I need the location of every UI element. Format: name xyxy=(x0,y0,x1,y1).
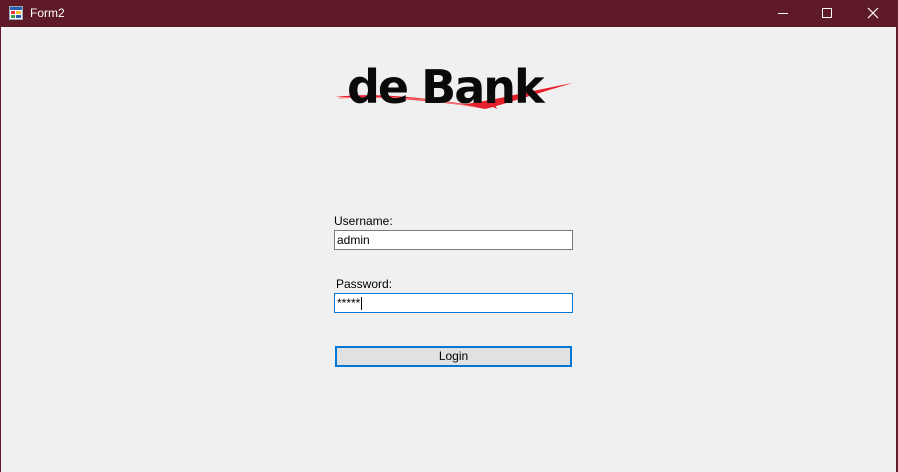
window-title: Form2 xyxy=(30,6,65,20)
app-icon[interactable] xyxy=(9,6,23,20)
password-value: ***** xyxy=(337,296,361,310)
text-caret xyxy=(361,297,363,311)
logo-text: de Bank xyxy=(347,60,545,114)
minimize-button[interactable] xyxy=(760,0,806,27)
title-bar[interactable]: Form2 xyxy=(0,0,898,27)
password-label: Password: xyxy=(336,277,393,291)
password-field[interactable]: ***** xyxy=(334,293,573,313)
login-button[interactable]: Login xyxy=(335,346,572,367)
form-client-area: de Bank Username: admin Password: ***** … xyxy=(1,27,896,472)
username-field[interactable]: admin xyxy=(334,230,573,250)
maximize-button[interactable] xyxy=(804,0,850,27)
close-icon xyxy=(867,7,879,19)
username-label: Username: xyxy=(334,214,393,228)
window: Form2 de Bank Username: admin Password: … xyxy=(0,0,898,472)
maximize-icon xyxy=(822,8,832,18)
close-button[interactable] xyxy=(850,0,896,27)
minimize-icon xyxy=(778,13,788,14)
bank-logo: de Bank xyxy=(335,64,575,114)
